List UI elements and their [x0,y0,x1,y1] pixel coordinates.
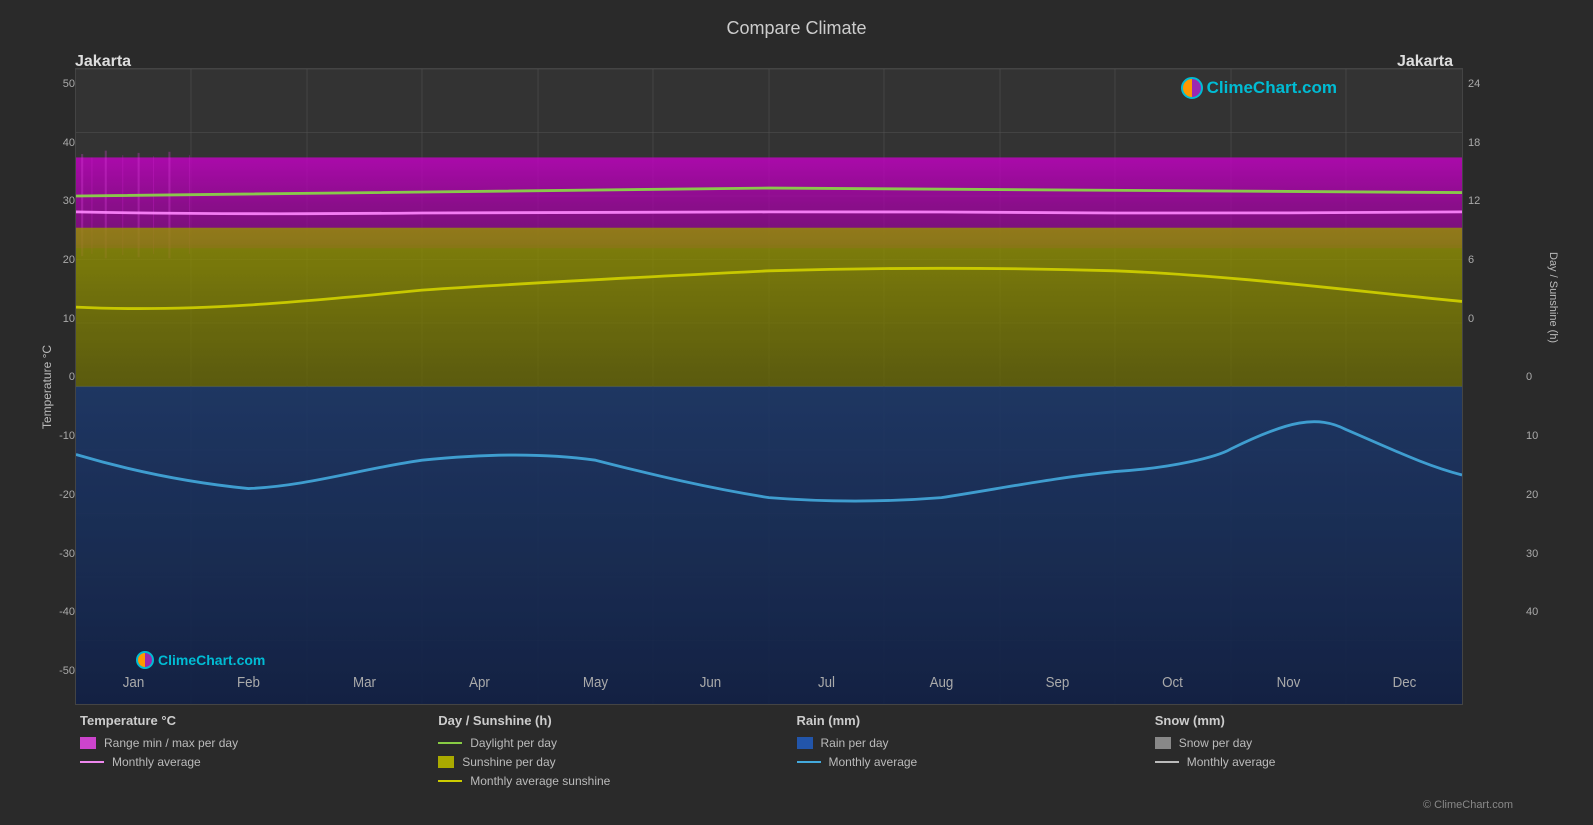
right-axis1-val-12: 12 [1468,195,1480,207]
legend-title-rain: Rain (mm) [797,713,1155,728]
legend-area: Temperature °C Range min / max per day M… [20,705,1573,815]
main-chart: Jan Feb Mar Apr May Jun Jul Aug Sep Oct … [75,68,1463,705]
legend-label-snow: Snow per day [1179,736,1252,750]
month-nov: Nov [1277,673,1301,690]
axis-val-neg20: -20 [59,489,75,501]
legend-item-rain-avg: Monthly average [797,755,1155,769]
legend-line-temp-avg [80,761,104,763]
right-axis2-val-10: 10 [1526,430,1538,442]
axis-val-neg40: -40 [59,606,75,618]
logo-icon-top [1181,77,1203,99]
axis-val-30: 30 [63,195,75,207]
right-axis1-val-6: 6 [1468,254,1474,266]
legend-title-snow: Snow (mm) [1155,713,1513,728]
legend-title-sunshine: Day / Sunshine (h) [438,713,796,728]
month-sep: Sep [1046,673,1070,690]
legend-label-daylight: Daylight per day [470,736,557,750]
right-axis2-val-40: 40 [1526,606,1538,618]
axis-val-neg30: -30 [59,548,75,560]
legend-swatch-rain [797,737,813,749]
month-jan: Jan [123,673,145,690]
legend-label-temp-avg: Monthly average [112,755,201,769]
logo-icon-bottom [136,651,154,669]
legend-item-snow-avg: Monthly average [1155,755,1513,769]
logo-bottom-left: ClimeChart.com [136,651,265,669]
legend-line-daylight [438,742,462,744]
axis-val-neg50: -50 [59,665,75,677]
month-may: May [583,673,608,690]
month-feb: Feb [237,673,260,690]
logo-top-right: ClimeChart.com [1181,77,1337,99]
right-axis2-val-30: 30 [1526,548,1538,560]
legend-swatch-temp-range [80,737,96,749]
legend-item-daylight: Daylight per day [438,736,796,750]
legend-item-sunshine-avg: Monthly average sunshine [438,774,796,788]
legend-title-temperature: Temperature °C [80,713,438,728]
legend-label-snow-avg: Monthly average [1187,755,1276,769]
copyright: © ClimeChart.com [1155,779,1513,811]
legend-col-rain: Rain (mm) Rain per day Monthly average [797,713,1155,811]
right-axis2-val-0: 0 [1526,371,1532,383]
legend-item-rain-swatch: Rain per day [797,736,1155,750]
month-mar: Mar [353,673,376,690]
axis-val-neg10: -10 [59,430,75,442]
legend-col-temperature: Temperature °C Range min / max per day M… [80,713,438,811]
legend-item-temp-range: Range min / max per day [80,736,438,750]
axis-val-50: 50 [63,78,75,90]
legend-label-temp-range: Range min / max per day [104,736,238,750]
legend-label-sunshine: Sunshine per day [462,755,555,769]
logo-text-bottom: ClimeChart.com [158,652,265,668]
axis-val-40: 40 [63,137,75,149]
month-dec: Dec [1393,673,1417,690]
legend-item-temp-avg: Monthly average [80,755,438,769]
axis-val-10: 10 [63,313,75,325]
legend-label-rain: Rain per day [821,736,889,750]
legend-line-rain-avg [797,761,821,763]
month-aug: Aug [930,673,954,690]
right-axis1-val-0: 0 [1468,313,1474,325]
month-oct: Oct [1162,673,1183,690]
right-axis1-val-18: 18 [1468,137,1480,149]
month-apr: Apr [469,673,490,690]
left-axis-label: Temperature °C [40,344,54,428]
legend-col-snow: Snow (mm) Snow per day Monthly average ©… [1155,713,1513,811]
legend-label-rain-avg: Monthly average [829,755,918,769]
right-axis2-val-20: 20 [1526,489,1538,501]
month-jun: Jun [700,673,722,690]
legend-item-sunshine-swatch: Sunshine per day [438,755,796,769]
chart-title: Compare Climate [20,10,1573,43]
right-axis1-val-24: 24 [1468,78,1480,90]
logo-text-top: ClimeChart.com [1207,78,1337,98]
legend-swatch-snow [1155,737,1171,749]
legend-item-snow-swatch: Snow per day [1155,736,1513,750]
month-jul: Jul [818,673,835,690]
legend-label-sunshine-avg: Monthly average sunshine [470,774,610,788]
axis-val-20: 20 [63,254,75,266]
legend-line-snow-avg [1155,761,1179,763]
legend-col-sunshine: Day / Sunshine (h) Daylight per day Suns… [438,713,796,811]
legend-line-sunshine-avg [438,780,462,782]
legend-swatch-sunshine [438,756,454,768]
